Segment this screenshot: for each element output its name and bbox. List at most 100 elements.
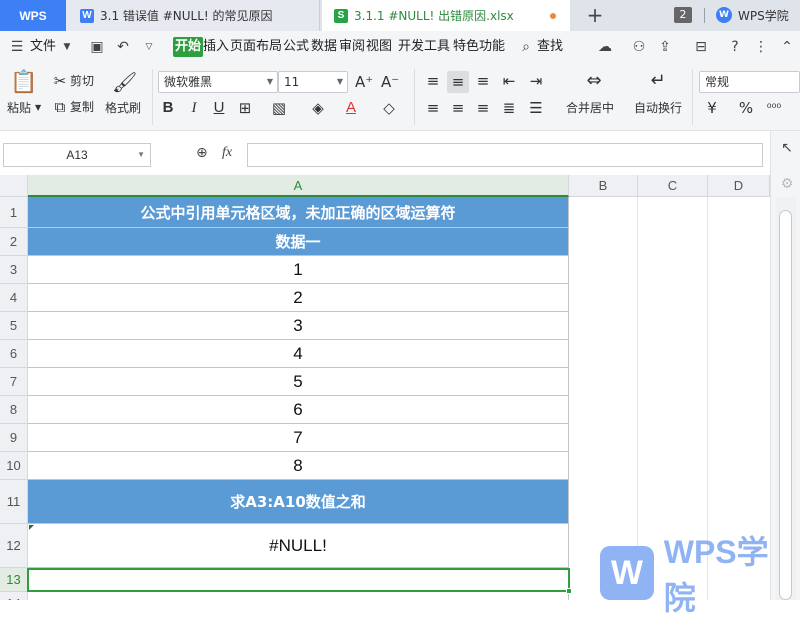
underline-button[interactable]: U	[211, 99, 227, 117]
tab-document[interactable]: W 3.1 错误值 #NULL! 的常见原因	[66, 0, 320, 31]
share-user-icon[interactable]: ⚇	[630, 38, 648, 56]
tab-page-layout[interactable]: 页面布局	[230, 37, 282, 57]
column-header-d[interactable]: D	[708, 175, 770, 197]
currency-icon[interactable]: ¥	[703, 99, 721, 117]
fill-handle[interactable]	[566, 588, 572, 594]
number-format-select[interactable]: 常规	[699, 71, 800, 93]
cell-a12[interactable]: #NULL!	[28, 524, 569, 568]
justify-icon[interactable]: ≣	[499, 99, 519, 117]
column-b-cells[interactable]	[569, 197, 638, 600]
row-header-1[interactable]: 1	[0, 197, 28, 228]
chevron-down-icon[interactable]: ▼	[58, 38, 76, 56]
format-painter-icon[interactable]: 🖌	[112, 71, 137, 93]
name-box[interactable]: A13 ▼	[3, 143, 151, 167]
tab-review[interactable]: 审阅	[339, 37, 365, 57]
column-header-b[interactable]: B	[569, 175, 638, 197]
row-header-7[interactable]: 7	[0, 368, 28, 396]
format-painter-button[interactable]: 格式刷	[105, 100, 141, 116]
cell-a1[interactable]: 公式中引用单元格区域，未加正确的区域运算符	[28, 197, 569, 228]
select-cursor-icon[interactable]: ↖	[778, 139, 796, 157]
font-size-select[interactable]: 11 ▼	[278, 71, 348, 93]
fill-pattern-icon[interactable]: ▧	[270, 99, 288, 117]
cell-a11[interactable]: 求A3:A10数值之和	[28, 480, 569, 524]
formula-input[interactable]	[247, 143, 763, 167]
paste-dropdown-icon[interactable]: ▼	[35, 100, 41, 116]
font-name-select[interactable]: 微软雅黑 ▼	[158, 71, 278, 93]
align-bottom-icon[interactable]: ≡	[473, 72, 493, 90]
file-menu[interactable]: 文件	[30, 37, 56, 57]
clear-format-icon[interactable]: ◇	[380, 99, 398, 117]
wrap-text-icon[interactable]: ↵	[646, 72, 670, 90]
cell-a4[interactable]: 2	[28, 284, 569, 312]
undo-icon[interactable]: ↶	[114, 38, 132, 56]
quick-access-dropdown-icon[interactable]: ▽	[140, 38, 158, 56]
more-icon[interactable]: ⋮	[752, 38, 770, 56]
new-tab-button[interactable]: +	[584, 3, 606, 27]
insert-function-icon[interactable]: fx	[222, 145, 232, 161]
row-header-14[interactable]: 14	[0, 592, 28, 600]
row-header-6[interactable]: 6	[0, 340, 28, 368]
increase-indent-icon[interactable]: ⇥	[526, 72, 546, 90]
row-header-10[interactable]: 10	[0, 452, 28, 480]
copy-icon[interactable]: ⧉	[52, 98, 68, 116]
hamburger-menu-icon[interactable]: ☰	[8, 38, 26, 56]
align-center-icon[interactable]: ≡	[448, 99, 468, 117]
tab-developer[interactable]: 开发工具	[398, 37, 450, 57]
align-right-icon[interactable]: ≡	[473, 99, 493, 117]
cell-a8[interactable]: 6	[28, 396, 569, 424]
tab-wps-home[interactable]: WPS	[0, 0, 66, 31]
cell-a5[interactable]: 3	[28, 312, 569, 340]
paste-icon[interactable]: 📋	[10, 71, 37, 95]
merge-center-icon[interactable]: ⇔	[582, 72, 606, 90]
bold-button[interactable]: B	[160, 99, 176, 117]
thousands-separator-icon[interactable]: ⁰⁰⁰	[762, 99, 786, 117]
window-count-badge[interactable]: 2	[674, 7, 692, 23]
tab-view[interactable]: 视图	[366, 37, 392, 57]
row-header-4[interactable]: 4	[0, 284, 28, 312]
toolbar-settings-icon[interactable]: ⊟	[692, 38, 710, 56]
row-header-9[interactable]: 9	[0, 424, 28, 452]
column-header-a[interactable]: A	[28, 175, 569, 197]
row-header-12[interactable]: 12	[0, 524, 28, 568]
zoom-formula-icon[interactable]: ⊕	[196, 145, 208, 161]
border-icon[interactable]: ⊞	[236, 99, 254, 117]
tab-spreadsheet[interactable]: S 3.1.1 #NULL! 出错原因.xlsx	[322, 0, 570, 31]
cloud-sync-icon[interactable]: ☁	[596, 38, 614, 56]
cell-a6[interactable]: 4	[28, 340, 569, 368]
search-button[interactable]: 查找	[537, 37, 563, 57]
cell-a3[interactable]: 1	[28, 256, 569, 284]
scissors-icon[interactable]: ✂	[52, 72, 68, 90]
row-header-3[interactable]: 3	[0, 256, 28, 284]
cell-a9[interactable]: 7	[28, 424, 569, 452]
tab-data[interactable]: 数据	[311, 37, 337, 57]
active-cell-selection[interactable]	[27, 568, 570, 592]
row-header-8[interactable]: 8	[0, 396, 28, 424]
cut-button[interactable]: 剪切	[70, 73, 94, 89]
italic-button[interactable]: I	[186, 99, 202, 117]
select-all-corner[interactable]	[0, 175, 28, 197]
align-left-icon[interactable]: ≡	[423, 99, 443, 117]
increase-font-icon[interactable]: A⁺	[355, 73, 373, 91]
export-icon[interactable]: ⇪	[656, 38, 674, 56]
tab-formulas[interactable]: 公式	[283, 37, 309, 57]
cell-a7[interactable]: 5	[28, 368, 569, 396]
fill-color-icon[interactable]: ◈	[309, 99, 327, 117]
decrease-indent-icon[interactable]: ⇤	[499, 72, 519, 90]
align-middle-icon[interactable]: ≡	[447, 71, 469, 93]
copy-button[interactable]: 复制	[70, 99, 94, 115]
paste-button[interactable]: 粘贴	[7, 100, 31, 116]
search-icon[interactable]: ⌕	[517, 38, 535, 56]
error-indicator-icon[interactable]	[29, 525, 34, 530]
distribute-icon[interactable]: ☰	[526, 99, 546, 117]
wps-academy-button[interactable]: W WPS学院	[716, 4, 789, 26]
row-header-2[interactable]: 2	[0, 228, 28, 256]
collapse-ribbon-icon[interactable]: ⌃	[778, 38, 796, 56]
help-icon[interactable]: ?	[726, 38, 744, 56]
cell-a14[interactable]	[28, 592, 569, 600]
cell-a2[interactable]: 数据一	[28, 228, 569, 256]
column-header-c[interactable]: C	[638, 175, 708, 197]
row-header-11[interactable]: 11	[0, 480, 28, 524]
filter-settings-icon[interactable]: ⚙	[778, 175, 796, 193]
cell-a10[interactable]: 8	[28, 452, 569, 480]
tab-home[interactable]: 开始	[173, 37, 204, 57]
